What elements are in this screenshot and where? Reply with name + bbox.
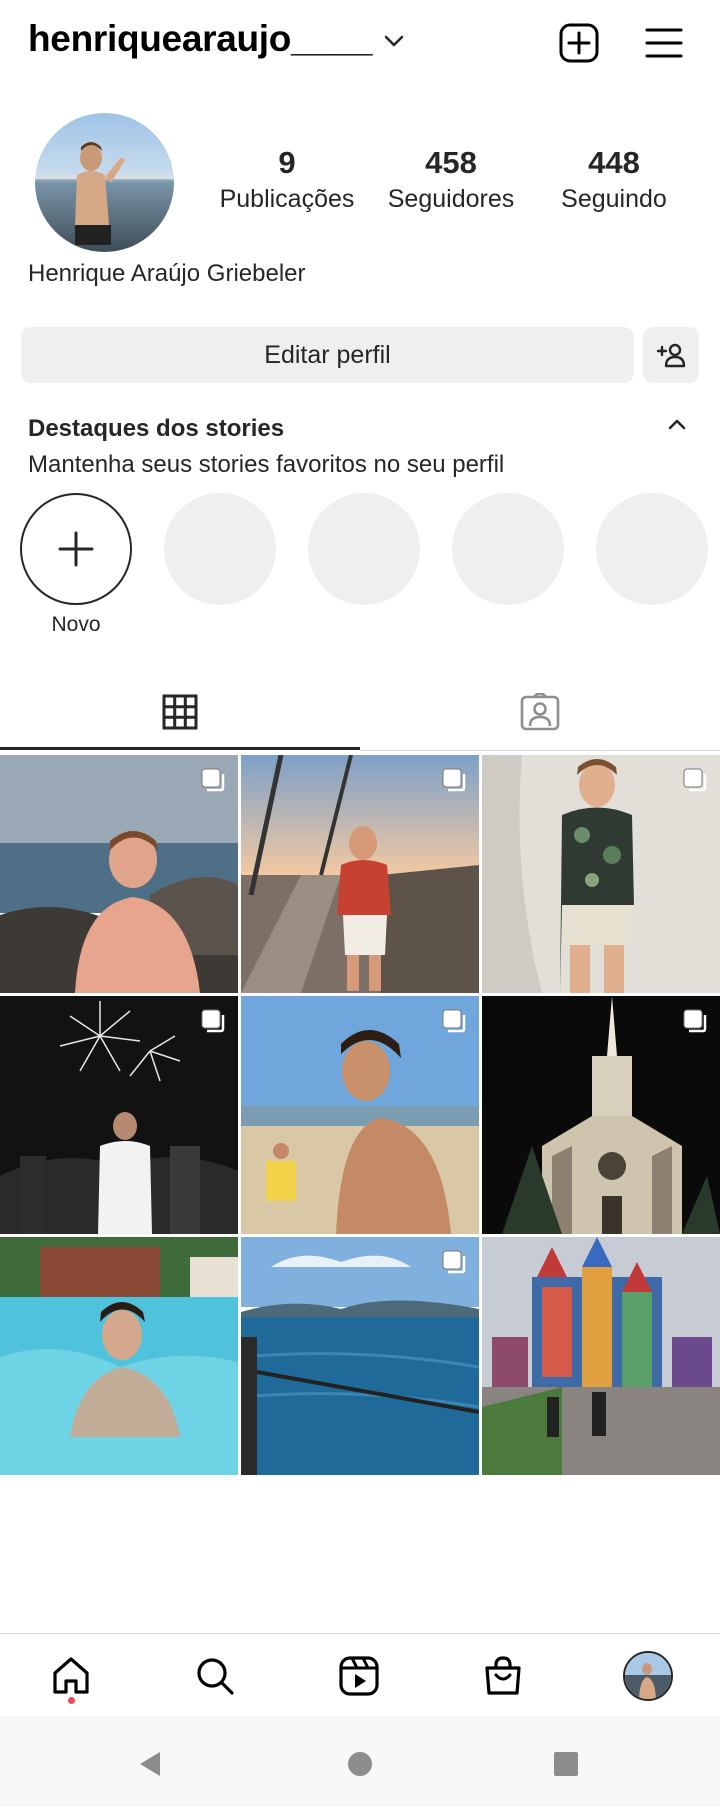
system-recents-button[interactable] [546,1744,586,1784]
multi-post-icon [201,768,225,792]
plus-square-icon [559,23,599,63]
post-thumbnail[interactable] [482,755,720,993]
nav-search[interactable] [187,1648,243,1704]
post-thumbnail[interactable] [0,755,238,993]
reels-icon [339,1656,379,1696]
home-icon [53,1657,89,1694]
notification-dot [68,1697,75,1704]
edit-profile-button[interactable]: Editar perfil [21,327,634,383]
tab-grid[interactable] [0,672,360,752]
home-circle-icon [348,1752,372,1776]
full-name: Henrique Araújo Griebeler [28,260,306,287]
system-navigation-bar [0,1716,720,1807]
tab-divider [360,750,720,751]
menu-button[interactable] [641,20,687,66]
hamburger-menu-icon [645,28,683,58]
username[interactable]: henriquearaujo____ [28,18,372,60]
profile-avatar[interactable] [35,113,174,252]
nav-home[interactable] [43,1648,99,1704]
multi-post-icon [683,768,707,792]
profile-header: henriquearaujo____ [0,0,720,84]
multi-post-icon [683,1009,707,1033]
new-post-button[interactable] [556,20,602,66]
new-highlight-label: Novo [51,613,101,636]
following-count-value: 448 [588,145,640,180]
highlight-placeholder [164,493,276,605]
recents-square-icon [554,1752,578,1776]
post-thumbnail[interactable] [482,996,720,1234]
multi-post-icon [442,1009,466,1033]
following-count-label: Seguindo [561,185,667,213]
post-thumbnail[interactable] [0,996,238,1234]
highlight-placeholder [308,493,420,605]
discover-people-button[interactable] [643,327,699,383]
profile-avatar [623,1651,673,1701]
highlights-title: Destaques dos stories [28,415,285,442]
nav-profile[interactable] [620,1648,676,1704]
post-thumbnail[interactable] [241,996,479,1234]
multi-post-icon [442,1250,466,1274]
system-home-button[interactable] [340,1744,380,1784]
followers-count-value: 458 [425,145,477,180]
highlights-subtitle: Mantenha seus stories favoritos no seu p… [28,451,505,478]
post-thumbnail[interactable] [482,1237,720,1475]
shopping-bag-icon [485,1656,521,1695]
grid-icon [162,694,198,730]
post-thumbnail[interactable] [241,755,479,993]
posts-count-value: 9 [278,145,296,180]
chevron-up-icon[interactable] [668,418,686,430]
posts-count-label: Publicações [219,185,355,213]
followers-count-label: Seguidores [387,185,515,213]
followers-count[interactable]: 458 Seguidores [380,145,522,214]
new-highlight-button[interactable] [20,493,132,605]
nav-reels[interactable] [331,1648,387,1704]
multi-post-icon [442,768,466,792]
post-thumbnail[interactable] [0,1237,238,1475]
following-count[interactable]: 448 Seguindo [548,145,680,214]
chevron-down-icon[interactable] [384,35,404,47]
highlight-placeholder [596,493,708,605]
post-thumbnail[interactable] [241,1237,479,1475]
bottom-navigation [0,1633,720,1715]
multi-post-icon [201,1009,225,1033]
active-tab-indicator [0,747,360,750]
highlight-placeholder [452,493,564,605]
account-switcher[interactable]: henriquearaujo____ [28,18,404,60]
posts-count[interactable]: 9 Publicações [214,145,360,214]
system-back-button[interactable] [130,1744,170,1784]
tagged-person-icon [520,693,560,731]
back-icon [140,1752,160,1776]
plus-icon [58,531,94,567]
add-user-icon [656,343,686,368]
search-icon [197,1658,234,1695]
tab-tagged[interactable] [360,672,720,752]
nav-shop[interactable] [475,1648,531,1704]
